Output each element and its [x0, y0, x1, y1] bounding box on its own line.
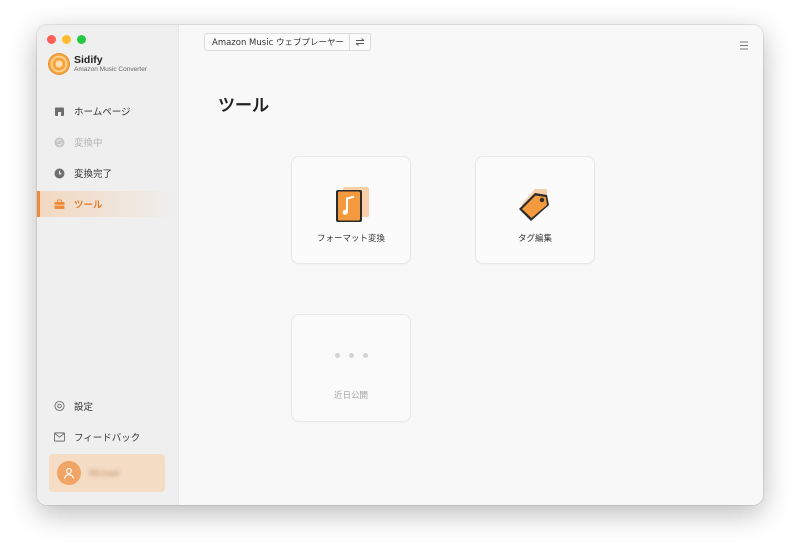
- converting-icon: [54, 137, 65, 148]
- sidebar: Sidify Amazon Music Converter ホームページ 変換中: [37, 25, 179, 505]
- sidebar-item-label: 設定: [74, 402, 94, 413]
- tag-icon: [513, 185, 557, 225]
- sidebar-item-home[interactable]: ホームページ: [37, 98, 178, 124]
- brand: Sidify Amazon Music Converter: [49, 54, 147, 74]
- maximize-window-button[interactable]: [77, 35, 86, 44]
- sidify-logo-icon: [49, 54, 69, 74]
- sidebar-item-label: フィードバック: [74, 433, 141, 444]
- user-account-card[interactable]: Michael: [49, 454, 165, 492]
- sidebar-item-label: ホームページ: [74, 107, 131, 118]
- sidebar-item-settings[interactable]: 設定: [37, 393, 178, 419]
- home-icon: [54, 106, 65, 117]
- mail-icon: [54, 432, 65, 443]
- main-content: Amazon Music ウェブプレーヤー ツール フォーマット変換 タグ編集 …: [179, 25, 763, 505]
- sidebar-item-converted[interactable]: 変換完了: [37, 160, 178, 186]
- menu-icon: [740, 41, 748, 50]
- dots-icon: [292, 353, 410, 358]
- close-window-button[interactable]: [47, 35, 56, 44]
- source-label: Amazon Music ウェブプレーヤー: [212, 38, 344, 48]
- window-controls: [47, 35, 86, 44]
- swap-source-button[interactable]: [349, 34, 370, 50]
- swap-icon: [355, 38, 365, 46]
- tool-card-label: フォーマット変換: [316, 234, 385, 244]
- sidebar-item-converting[interactable]: 変換中: [37, 129, 178, 155]
- sidebar-bottom-nav: 設定 フィードバック: [37, 393, 178, 455]
- brand-name: Sidify: [74, 53, 103, 66]
- sidebar-item-label: 変換中: [74, 138, 103, 149]
- sidebar-item-label: 変換完了: [74, 169, 113, 180]
- tool-card-coming-soon: 近日公開: [291, 314, 411, 422]
- toolbox-icon: [54, 199, 65, 210]
- brand-subtitle: Amazon Music Converter: [74, 66, 147, 73]
- sidebar-item-feedback[interactable]: フィードバック: [37, 424, 178, 450]
- sidebar-nav: ホームページ 変換中 変換完了 ツール: [37, 98, 178, 222]
- tool-card-label: タグ編集: [517, 234, 552, 244]
- menu-button[interactable]: [739, 35, 749, 50]
- source-selector[interactable]: Amazon Music ウェブプレーヤー: [204, 33, 371, 51]
- avatar: [57, 461, 81, 485]
- gear-icon: [54, 400, 65, 412]
- minimize-window-button[interactable]: [62, 35, 71, 44]
- sidebar-item-tools[interactable]: ツール: [37, 191, 178, 217]
- sidebar-item-label: ツール: [74, 200, 103, 211]
- page-title: ツール: [218, 96, 269, 116]
- clock-icon: [54, 168, 65, 179]
- tool-card-tag-edit[interactable]: タグ編集: [475, 156, 595, 264]
- app-window: Sidify Amazon Music Converter ホームページ 変換中: [37, 25, 763, 505]
- user-name: Michael: [89, 468, 120, 478]
- user-icon: [63, 468, 75, 479]
- tool-card-format-convert[interactable]: フォーマット変換: [291, 156, 411, 264]
- tool-card-label: 近日公開: [333, 391, 368, 401]
- music-file-icon: [329, 185, 373, 225]
